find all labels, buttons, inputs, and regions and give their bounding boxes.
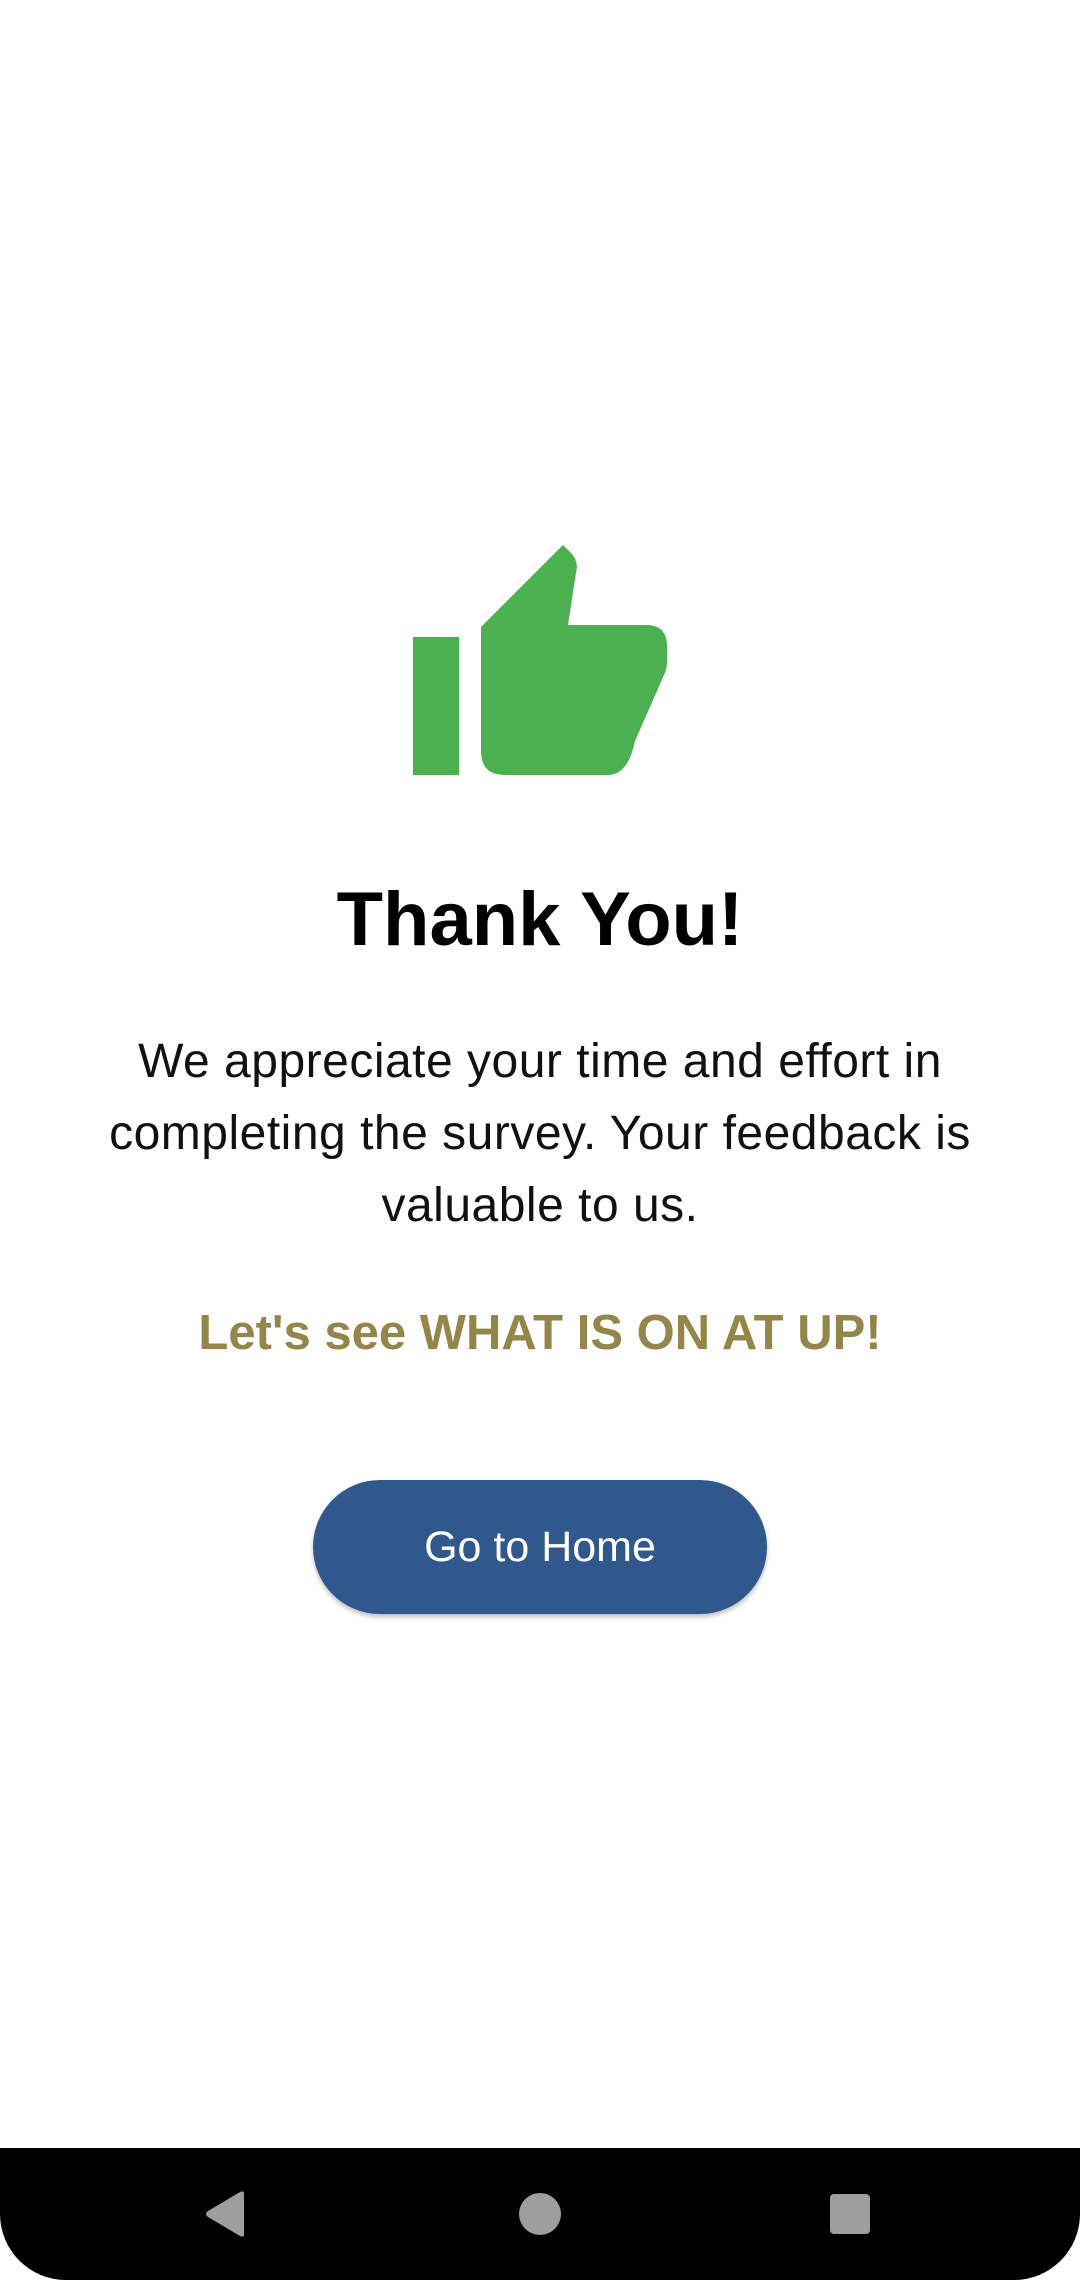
page-title: Thank You! xyxy=(336,877,744,962)
nav-recents-button[interactable] xyxy=(770,2148,930,2280)
nav-back-button[interactable] xyxy=(146,2148,306,2280)
nav-home-button[interactable] xyxy=(460,2148,620,2280)
thank-you-message: We appreciate your time and effort in co… xyxy=(109,1035,971,1232)
system-navigation-bar xyxy=(0,2148,1080,2280)
survey-complete-screen: Thank You! We appreciate your time and e… xyxy=(0,0,1080,2148)
back-icon xyxy=(206,2191,244,2237)
recents-icon xyxy=(830,2194,870,2234)
go-to-home-button[interactable]: Go to Home xyxy=(313,1480,767,1614)
thumbs-up-icon xyxy=(413,545,667,775)
home-icon xyxy=(519,2193,561,2235)
promo-tagline: Let's see WHAT IS ON AT UP! xyxy=(198,1306,882,1360)
